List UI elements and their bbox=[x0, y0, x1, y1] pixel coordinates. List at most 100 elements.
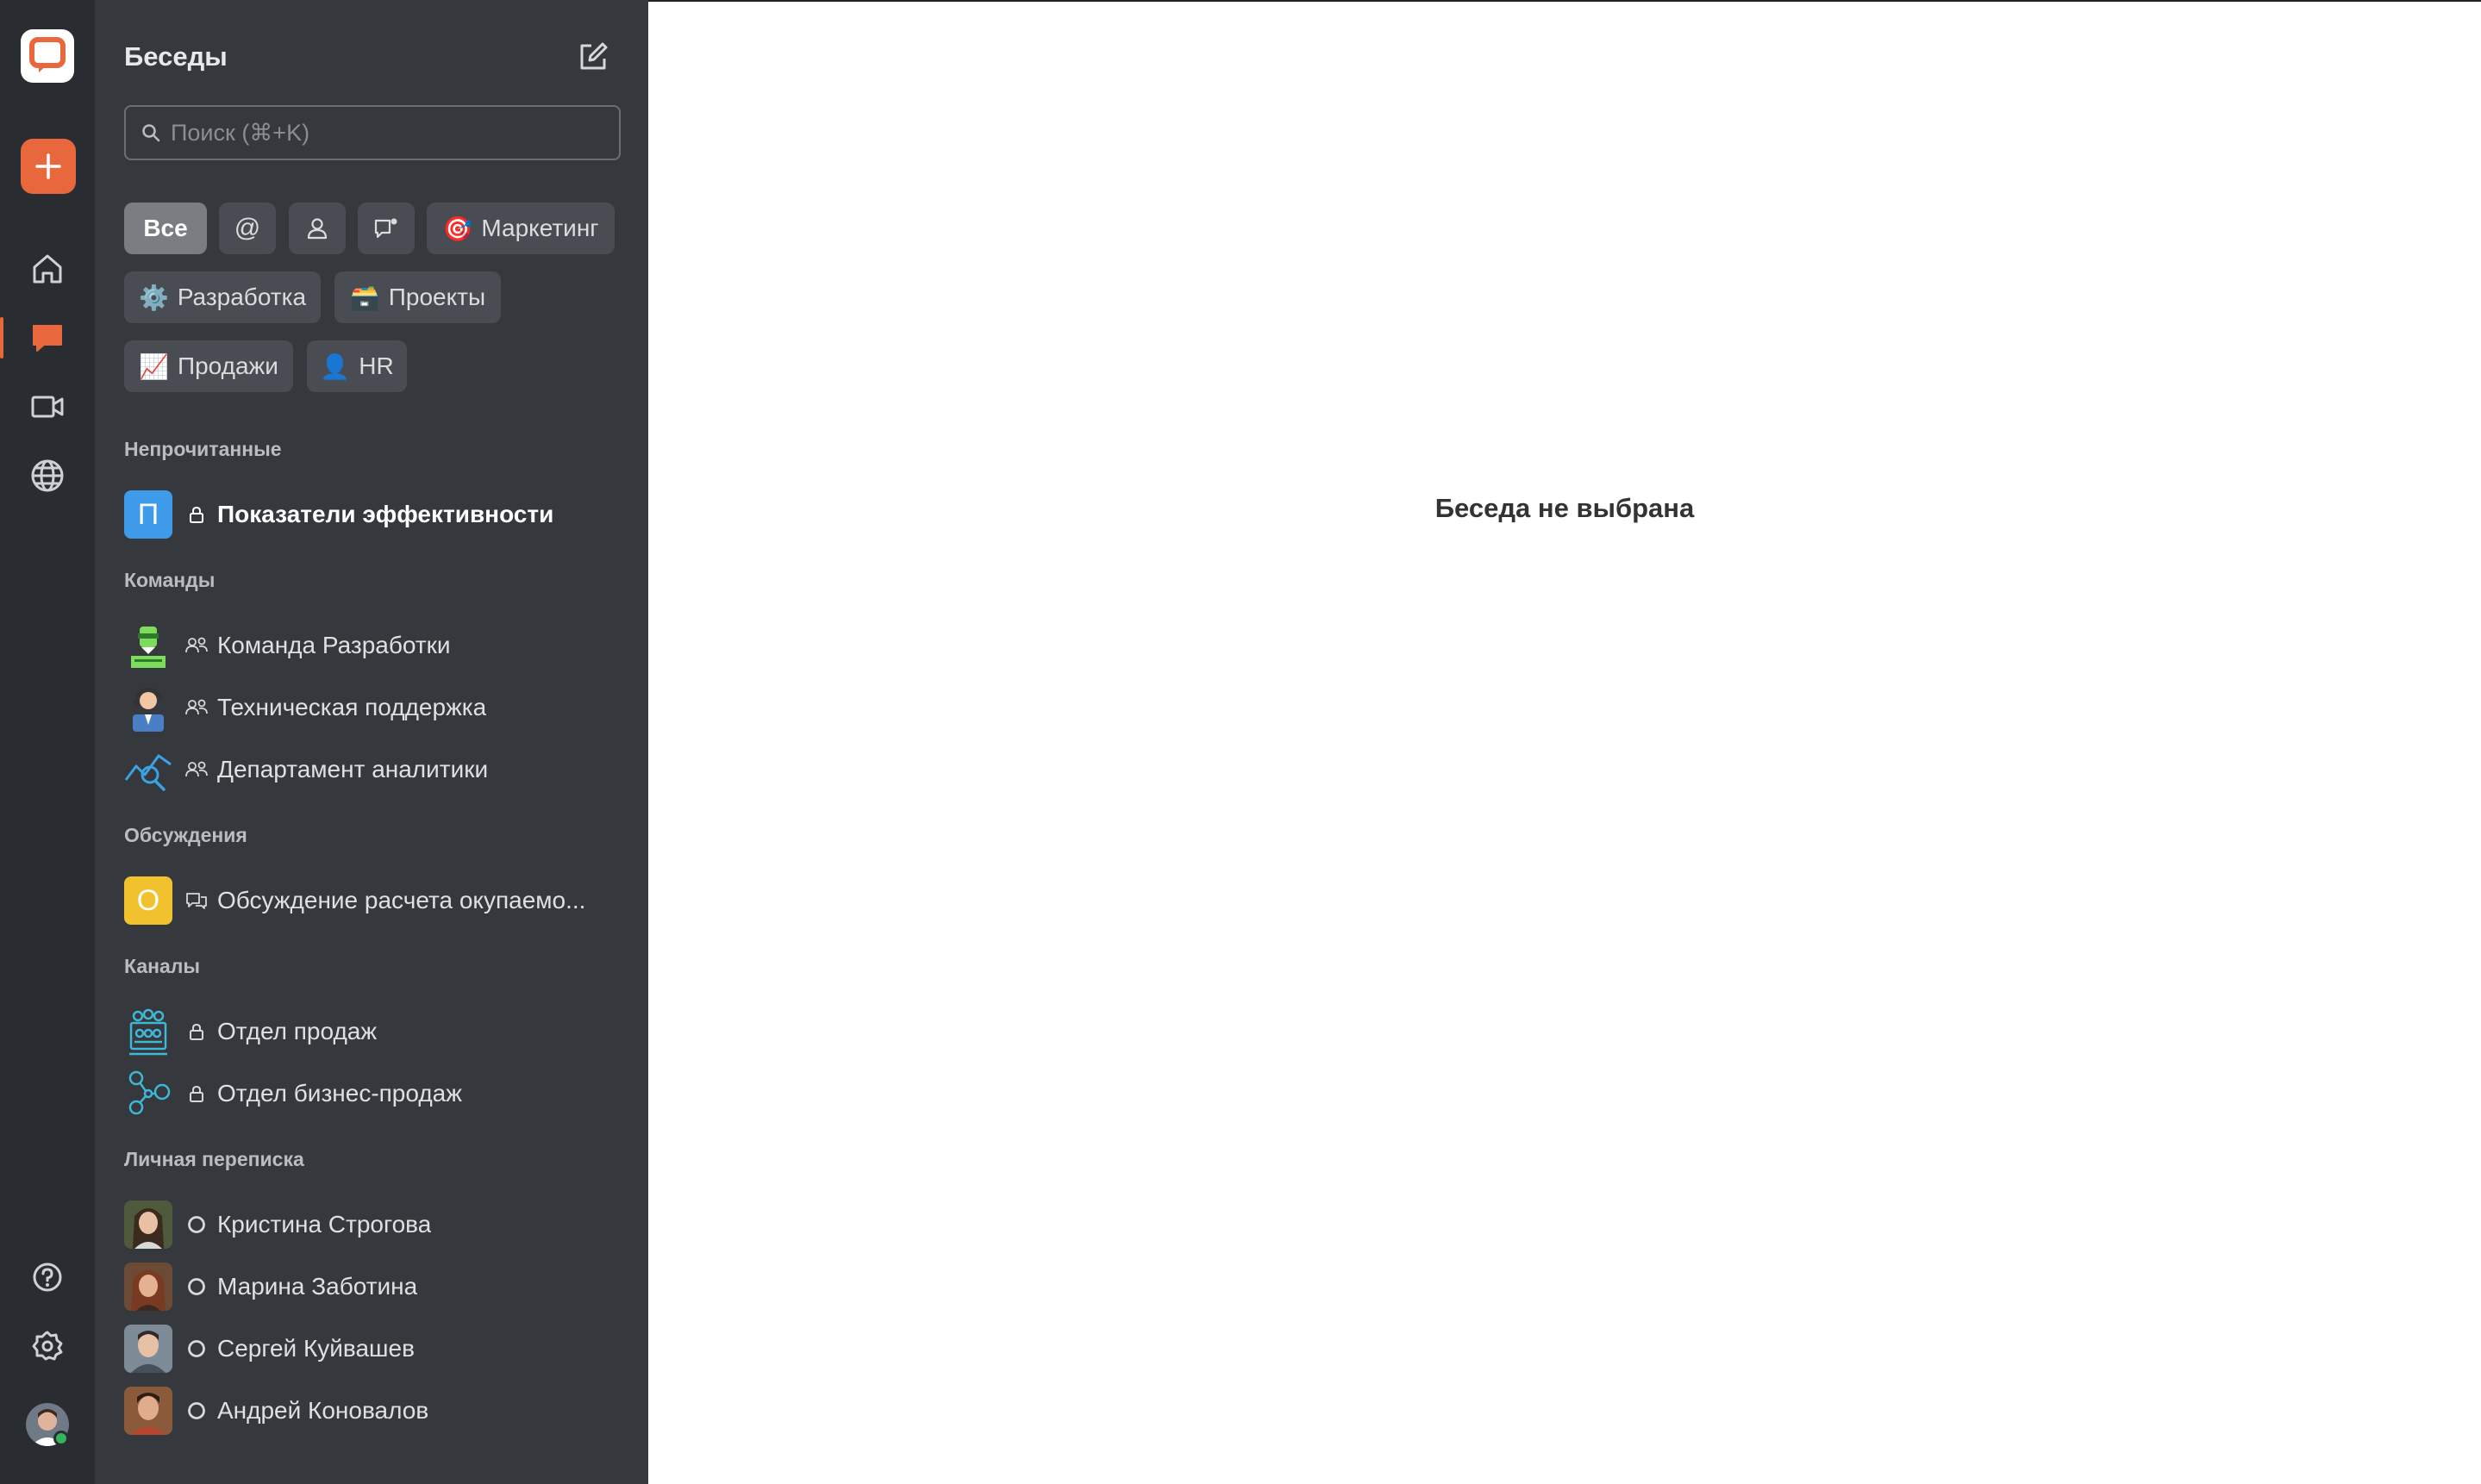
nav-settings[interactable] bbox=[0, 1319, 95, 1374]
status-offline-icon bbox=[184, 1275, 209, 1299]
filter-development[interactable]: ⚙️ Разработка bbox=[124, 271, 321, 323]
channel-avatar bbox=[124, 1007, 172, 1056]
conversation-item[interactable]: П Показатели эффективности bbox=[124, 489, 624, 540]
filter-direct[interactable] bbox=[289, 203, 346, 254]
filter-marketing[interactable]: 🎯 Маркетинг bbox=[427, 203, 615, 254]
globe-icon bbox=[31, 459, 64, 492]
conversation-item[interactable]: Кристина Строгова bbox=[124, 1199, 624, 1250]
filter-projects-label: Проекты bbox=[388, 284, 486, 310]
user-avatar bbox=[124, 1325, 172, 1373]
gear-emoji-icon: ⚙️ bbox=[138, 284, 169, 311]
chart-emoji-icon: 📈 bbox=[139, 352, 169, 380]
compose-button[interactable] bbox=[576, 40, 610, 74]
avatar-letter: П bbox=[137, 497, 159, 531]
online-status-dot bbox=[53, 1431, 69, 1446]
filter-projects[interactable]: 🗃️ Проекты bbox=[334, 271, 501, 323]
empty-state-text: Беседа не выбрана bbox=[1434, 493, 1695, 523]
network-people-icon bbox=[128, 1070, 171, 1115]
target-emoji-icon: 🎯 bbox=[442, 215, 473, 242]
plus-icon bbox=[35, 153, 61, 179]
at-sign-icon: @ bbox=[234, 214, 261, 242]
chat-bubble-icon bbox=[33, 325, 62, 352]
conversation-label: Техническая поддержка bbox=[217, 694, 487, 720]
nav-directory[interactable] bbox=[0, 448, 95, 503]
lock-icon bbox=[184, 502, 209, 527]
room-avatar: П bbox=[124, 490, 172, 539]
filter-discussions[interactable] bbox=[358, 203, 415, 254]
filter-marketing-label: Маркетинг bbox=[481, 215, 599, 241]
status-offline-icon bbox=[184, 1213, 209, 1237]
filter-sales[interactable]: 📈 Продажи bbox=[124, 340, 293, 392]
search-box[interactable] bbox=[124, 105, 621, 160]
app-rail bbox=[0, 0, 95, 1484]
nav-help[interactable] bbox=[0, 1250, 95, 1305]
filter-sales-label: Продажи bbox=[177, 352, 278, 379]
conversation-label: Команда Разработки bbox=[217, 632, 451, 658]
team-avatar bbox=[124, 621, 172, 670]
person-emoji-icon: 👤 bbox=[320, 352, 351, 380]
conversation-label: Кристина Строгова bbox=[217, 1211, 432, 1238]
filter-all-label: Все bbox=[143, 215, 188, 241]
sidebar-title: Беседы bbox=[124, 41, 228, 72]
conversation-item[interactable]: Андрей Коновалов bbox=[124, 1385, 624, 1437]
team-icon bbox=[184, 633, 209, 658]
discussion-avatar: О bbox=[124, 876, 172, 925]
team-icon bbox=[184, 695, 209, 720]
chat-logo-icon bbox=[29, 37, 66, 72]
conversation-label: Отдел бизнес-продаж bbox=[217, 1080, 462, 1107]
team-avatar bbox=[124, 745, 172, 794]
lock-icon bbox=[184, 1019, 209, 1044]
conversation-label: Обсуждение расчета окупаемо... bbox=[217, 887, 586, 913]
search-icon bbox=[142, 124, 160, 142]
conversation-label: Департамент аналитики bbox=[217, 756, 489, 783]
team-avatar bbox=[124, 683, 172, 732]
discussion-icon bbox=[184, 889, 209, 913]
conversation-item[interactable]: О Обсуждение расчета окупаемо... bbox=[124, 875, 624, 926]
user-avatar bbox=[124, 1200, 172, 1249]
nav-video[interactable] bbox=[0, 379, 95, 434]
user-avatar bbox=[124, 1263, 172, 1311]
app-logo[interactable] bbox=[21, 29, 74, 83]
conversation-item[interactable]: Сергей Куйвашев bbox=[124, 1323, 624, 1375]
section-teams-title: Команды bbox=[124, 569, 216, 591]
edit-icon bbox=[580, 42, 608, 70]
filter-mentions[interactable]: @ bbox=[219, 203, 276, 254]
search-input[interactable] bbox=[171, 119, 602, 147]
conversation-item[interactable]: Отдел бизнес-продаж bbox=[124, 1068, 624, 1119]
gear-icon bbox=[32, 1331, 63, 1361]
conversation-item[interactable]: Отдел продаж bbox=[124, 1006, 624, 1057]
file-box-emoji-icon: 🗃️ bbox=[349, 284, 380, 311]
nav-home[interactable] bbox=[0, 241, 95, 296]
status-offline-icon bbox=[184, 1337, 209, 1361]
conversation-item[interactable]: Техническая поддержка bbox=[124, 682, 624, 733]
filter-development-label: Разработка bbox=[177, 284, 307, 310]
channel-avatar bbox=[124, 1069, 172, 1118]
conversation-item[interactable]: Департамент аналитики bbox=[124, 744, 624, 795]
support-agent-illustration-icon bbox=[133, 688, 164, 732]
user-photo-icon bbox=[124, 1325, 172, 1373]
conversation-item[interactable]: Марина Заботина bbox=[124, 1261, 624, 1313]
person-icon bbox=[307, 218, 328, 240]
nav-chats[interactable] bbox=[0, 310, 95, 365]
team-icon bbox=[184, 758, 209, 782]
filter-all[interactable]: Все bbox=[124, 203, 207, 254]
video-camera-icon bbox=[31, 396, 64, 418]
help-icon bbox=[33, 1263, 62, 1292]
section-unread-title: Непрочитанные bbox=[124, 438, 282, 460]
create-new-button[interactable] bbox=[21, 139, 76, 194]
user-photo-icon bbox=[124, 1263, 172, 1311]
status-offline-icon bbox=[184, 1399, 209, 1423]
user-avatar bbox=[124, 1387, 172, 1435]
conversation-label: Показатели эффективности bbox=[217, 501, 554, 527]
filter-hr[interactable]: 👤 HR bbox=[307, 340, 407, 392]
conversation-item[interactable]: Команда Разработки bbox=[124, 620, 624, 671]
avatar-letter: О bbox=[136, 883, 160, 917]
section-channels-title: Каналы bbox=[124, 955, 201, 977]
conversations-sidebar: Беседы Все @ 🎯 Маркетинг bbox=[95, 0, 648, 1484]
conversation-label: Марина Заботина bbox=[217, 1273, 418, 1300]
conversation-label: Андрей Коновалов bbox=[217, 1397, 429, 1424]
discussion-icon bbox=[374, 218, 397, 239]
main-content: Беседа не выбрана bbox=[648, 0, 2481, 1484]
section-direct-title: Личная переписка bbox=[124, 1148, 304, 1170]
home-icon bbox=[33, 254, 62, 284]
